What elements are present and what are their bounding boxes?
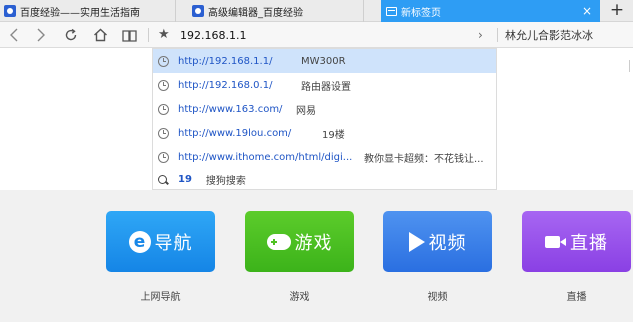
tile-text: 直播 [570, 232, 608, 254]
suggestion-url: http://www.163.com/ [178, 103, 283, 115]
search-icon [158, 174, 167, 184]
baidu-paw-icon [192, 5, 204, 17]
speed-dial-area: e 导航 游戏 视频 直播 上网导航 游戏 视频 直播 [0, 190, 633, 322]
toolbar-divider [148, 28, 149, 42]
browser-toolbar: ★ › 林允儿合影范冰冰 [0, 22, 633, 48]
suggestion-title: 路由器设置 [301, 81, 351, 93]
speed-dial-tile-game[interactable]: 游戏 [245, 211, 354, 272]
suggestion-url: http://www.19lou.com/ [178, 127, 292, 139]
search-engine-label: 搜狗搜索 [205, 175, 246, 187]
reload-icon [65, 28, 77, 41]
forward-button[interactable] [31, 25, 51, 45]
address-suggestions-dropdown: http://192.168.1.1/ MW300R http://192.16… [152, 48, 497, 190]
camera-icon [545, 235, 566, 248]
book-icon [121, 29, 137, 42]
speed-dial-tile-nav[interactable]: e 导航 [106, 211, 215, 272]
speed-dial-label[interactable]: 游戏 [245, 288, 354, 303]
tab-title: 新标签页 [401, 7, 441, 19]
e-nav-icon: e [128, 230, 151, 253]
speed-dial-label[interactable]: 视频 [383, 288, 492, 303]
tab-title: 高级编辑器_百度经验 [208, 7, 303, 19]
suggestion-url: http://www.ithome.com/html/digi... [178, 151, 353, 163]
go-arrow-icon[interactable]: › [478, 27, 483, 44]
speed-dial-label[interactable]: 上网导航 [106, 288, 215, 303]
history-clock-icon [158, 79, 169, 91]
tab-new-tab[interactable]: 新标签页 × [381, 0, 600, 22]
speed-dial-tile-live[interactable]: 直播 [522, 211, 631, 272]
scrollbar[interactable] [629, 60, 633, 72]
tab-title: 百度经验——实用生活指南 [20, 7, 140, 19]
search-box-input[interactable]: 林允儿合影范冰冰 [505, 27, 631, 44]
reload-button[interactable] [61, 25, 81, 45]
address-bar-input[interactable] [180, 27, 470, 44]
gamepad-icon [266, 233, 291, 250]
suggestion-url: http://192.168.1.1/ [178, 55, 273, 67]
tab-baidu-jingyan[interactable]: 百度经验——实用生活指南 [0, 0, 176, 22]
back-button[interactable] [4, 25, 24, 45]
history-clock-icon [158, 55, 169, 67]
new-tab-button[interactable]: + [604, 0, 630, 22]
toolbar-divider [497, 28, 498, 42]
tile-text: 导航 [154, 232, 193, 254]
play-icon [408, 231, 425, 252]
chevron-right-icon [37, 28, 45, 42]
suggestion-row[interactable]: http://192.168.1.1/ MW300R [153, 49, 496, 73]
history-clock-icon [158, 127, 169, 139]
speed-dial-tile-video[interactable]: 视频 [383, 211, 492, 272]
new-tab-icon [385, 5, 397, 17]
reader-mode-button[interactable] [119, 25, 139, 45]
suggestion-row[interactable]: http://www.ithome.com/html/digi... 教你显卡超… [153, 145, 496, 169]
suggestion-title: MW300R [301, 55, 346, 67]
suggestion-title: 19楼 [322, 129, 345, 141]
tile-text: 游戏 [294, 232, 333, 254]
speed-dial-label[interactable]: 直播 [522, 288, 631, 303]
suggestion-row[interactable]: http://www.19lou.com/ 19楼 [153, 121, 496, 145]
home-icon [93, 28, 107, 42]
suggestion-title: 网易 [296, 105, 316, 117]
baidu-paw-icon [4, 5, 16, 17]
bookmark-star-icon[interactable]: ★ [158, 26, 170, 44]
search-query: 19 [178, 173, 192, 185]
tab-bar: 百度经验——实用生活指南 高级编辑器_百度经验 新标签页 × + [0, 0, 633, 22]
tile-text: 视频 [428, 232, 467, 254]
search-suggestion-row[interactable]: 19 搜狗搜索 [153, 167, 496, 191]
suggestion-title: 教你显卡超频：不花钱让... [364, 153, 484, 165]
chevron-left-icon [10, 28, 18, 42]
tab-close-icon[interactable]: × [582, 4, 592, 18]
tab-advanced-editor[interactable]: 高级编辑器_百度经验 [188, 0, 364, 22]
suggestion-row[interactable]: http://www.163.com/ 网易 [153, 97, 496, 121]
suggestion-row[interactable]: http://192.168.0.1/ 路由器设置 [153, 73, 496, 97]
history-clock-icon [158, 151, 169, 163]
home-button[interactable] [90, 25, 110, 45]
history-clock-icon [158, 103, 169, 115]
suggestion-url: http://192.168.0.1/ [178, 79, 273, 91]
